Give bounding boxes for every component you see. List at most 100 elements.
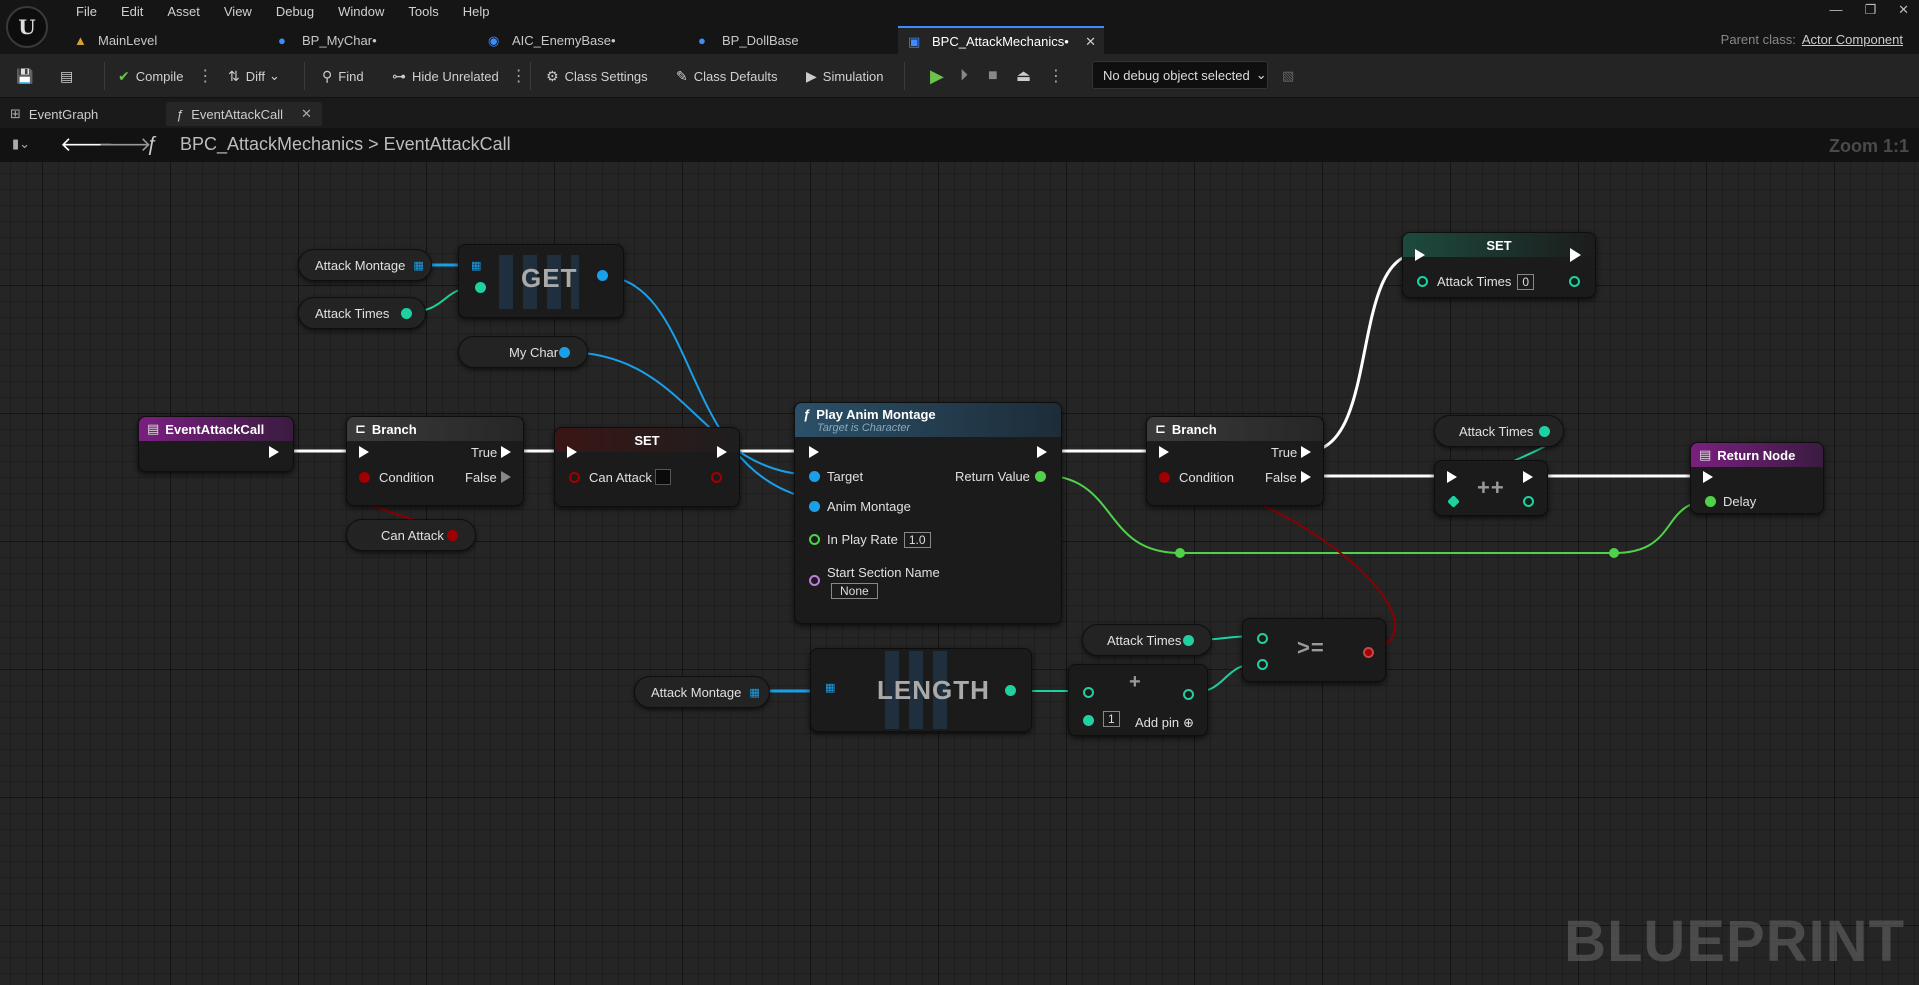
add-input-b-pin[interactable] [1083, 715, 1094, 726]
bool-output-pin[interactable] [1363, 647, 1374, 658]
a-input-pin[interactable] [1257, 633, 1268, 644]
exec-in-pin[interactable] [1159, 446, 1169, 458]
set-attack-times-node[interactable]: SET Attack Times 0 [1402, 232, 1596, 298]
in-play-rate-pin[interactable] [809, 534, 820, 545]
debug-object-select[interactable]: No debug object selected ⌄ [1092, 61, 1268, 89]
can-attack-input-pin[interactable] [569, 472, 580, 483]
forward-arrow-icon[interactable]: 🡒 [98, 132, 152, 157]
exec-out-pin[interactable] [1523, 471, 1533, 483]
step-icon[interactable]: ⏵ [960, 64, 968, 88]
menu-window[interactable]: Window [326, 0, 396, 24]
get-output-pin[interactable] [597, 270, 608, 281]
exec-in-pin[interactable] [1447, 471, 1457, 483]
true-exec-pin[interactable] [501, 446, 511, 458]
array-input-pin[interactable]: ▦ [825, 681, 835, 694]
branch-node[interactable]: ⊏ Branch True Condition False [346, 416, 524, 506]
exec-out-pin[interactable] [269, 446, 279, 458]
false-exec-pin[interactable] [1301, 471, 1311, 483]
increment-node[interactable]: ++ [1434, 460, 1548, 516]
exec-in-pin[interactable] [567, 446, 577, 458]
int-pin[interactable] [401, 308, 412, 319]
debug-filter-icon[interactable]: ▧ [1282, 64, 1294, 88]
hide-unrelated-button[interactable]: ⊶ Hide Unrelated ⋮ [392, 64, 527, 88]
false-exec-pin[interactable] [501, 471, 511, 483]
menu-help[interactable]: Help [451, 0, 502, 24]
close-tab-icon[interactable]: ✕ [1085, 34, 1096, 50]
hide-options-icon[interactable]: ⋮ [511, 66, 527, 86]
condition-pin[interactable] [1159, 472, 1170, 483]
restore-icon[interactable]: ❐ [1864, 2, 1876, 18]
add-pin-button[interactable]: Add pin ⊕ [1135, 715, 1194, 731]
attack-times-variable[interactable]: Attack Times [1082, 624, 1212, 656]
exec-out-pin[interactable] [1570, 248, 1581, 262]
int-pin[interactable] [1539, 426, 1550, 437]
delay-pin[interactable] [1705, 496, 1716, 507]
true-exec-pin[interactable] [1301, 446, 1311, 458]
anim-montage-pin[interactable] [809, 501, 820, 512]
close-tab-icon[interactable]: ✕ [301, 106, 312, 122]
b-input-pin[interactable] [1257, 659, 1268, 670]
tab-bp-dollbase[interactable]: ● BP_DollBase [688, 26, 894, 54]
menu-tools[interactable]: Tools [396, 0, 450, 24]
diff-button[interactable]: ⇅ Diff ⌄ [228, 64, 280, 88]
menu-file[interactable]: File [64, 0, 109, 24]
exec-in-pin[interactable] [359, 446, 369, 458]
add-input-a-pin[interactable] [1083, 687, 1094, 698]
parent-class-link[interactable]: Actor Component [1802, 32, 1903, 47]
exec-in-pin[interactable] [1703, 471, 1713, 483]
play-icon[interactable]: ▶ [930, 64, 944, 88]
close-window-icon[interactable]: ✕ [1898, 2, 1909, 18]
attack-montage-variable[interactable]: Attack Montage ▦ [298, 249, 432, 281]
eject-icon[interactable]: ⏏ [1016, 64, 1031, 88]
object-pin[interactable] [559, 347, 570, 358]
breadcrumb-current[interactable]: EventAttackCall [384, 134, 511, 154]
add-output-pin[interactable] [1183, 689, 1194, 700]
menu-view[interactable]: View [212, 0, 264, 24]
tab-eventgraph[interactable]: ⊞ EventGraph [10, 102, 98, 126]
int-ref-pin[interactable] [1447, 495, 1460, 508]
menu-edit[interactable]: Edit [109, 0, 155, 24]
bookmark-icon[interactable]: ▮⌄ [12, 136, 30, 152]
tab-bpc-attackmechanics[interactable]: ▣ BPC_AttackMechanics• ✕ [898, 26, 1104, 54]
unreal-logo-icon[interactable]: U [6, 6, 48, 48]
tab-eventattackcall[interactable]: ƒ EventAttackCall ✕ [166, 102, 322, 126]
attack-times-variable[interactable]: Attack Times [1434, 415, 1564, 447]
event-attack-call-node[interactable]: ▤ EventAttackCall [138, 416, 294, 472]
save-icon[interactable]: 💾 [16, 64, 39, 88]
class-defaults-button[interactable]: ✎ Class Defaults [676, 64, 778, 88]
can-attack-output-pin[interactable] [711, 472, 722, 483]
length-node[interactable]: LENGTH ▦ [810, 648, 1032, 732]
attack-montage-variable[interactable]: Attack Montage ▦ [634, 676, 770, 708]
bool-pin[interactable] [447, 530, 458, 541]
compile-button[interactable]: ✔ Compile ⋮ [118, 64, 213, 88]
minimize-icon[interactable]: — [1829, 2, 1842, 18]
exec-in-pin[interactable] [1415, 249, 1425, 261]
branch-node-2[interactable]: ⊏ Branch True Condition False [1146, 416, 1324, 506]
play-anim-montage-node[interactable]: ƒ Play Anim Montage Target is Character T… [794, 402, 1062, 624]
tab-aic-enemybase[interactable]: ◉ AIC_EnemyBase• [478, 26, 684, 54]
in-play-rate-input[interactable]: 1.0 [903, 532, 931, 548]
greater-equal-node[interactable]: >= [1242, 618, 1386, 682]
return-node[interactable]: ▤ Return Node Delay [1690, 442, 1824, 514]
compile-options-icon[interactable]: ⋮ [197, 66, 213, 86]
length-output-pin[interactable] [1005, 685, 1016, 696]
array-input-pin[interactable]: ▦ [471, 259, 481, 272]
play-options-icon[interactable]: ⋮ [1048, 64, 1064, 88]
attack-times-input-pin[interactable] [1417, 276, 1428, 287]
graph-canvas[interactable]: Attack Montage ▦ Attack Times GET ▦ My Ch… [0, 162, 1919, 985]
start-section-pin[interactable] [809, 575, 820, 586]
get-array-node[interactable]: GET ▦ [458, 244, 624, 318]
attack-times-output-pin[interactable] [1569, 276, 1580, 287]
simulation-button[interactable]: ▶ Simulation [806, 64, 883, 88]
class-settings-button[interactable]: ⚙ Class Settings [546, 64, 648, 88]
add-value-input[interactable]: 1 [1103, 711, 1120, 727]
browse-icon[interactable]: ▤ [60, 64, 79, 88]
menu-asset[interactable]: Asset [155, 0, 212, 24]
can-attack-variable[interactable]: Can Attack [346, 519, 476, 551]
set-can-attack-node[interactable]: SET Can Attack [554, 427, 740, 507]
increment-output-pin[interactable] [1523, 496, 1534, 507]
find-button[interactable]: ⚲ Find [322, 64, 364, 88]
can-attack-checkbox[interactable] [655, 469, 671, 485]
my-char-variable[interactable]: My Char [458, 336, 588, 368]
breadcrumb-root[interactable]: BPC_AttackMechanics [180, 134, 363, 154]
